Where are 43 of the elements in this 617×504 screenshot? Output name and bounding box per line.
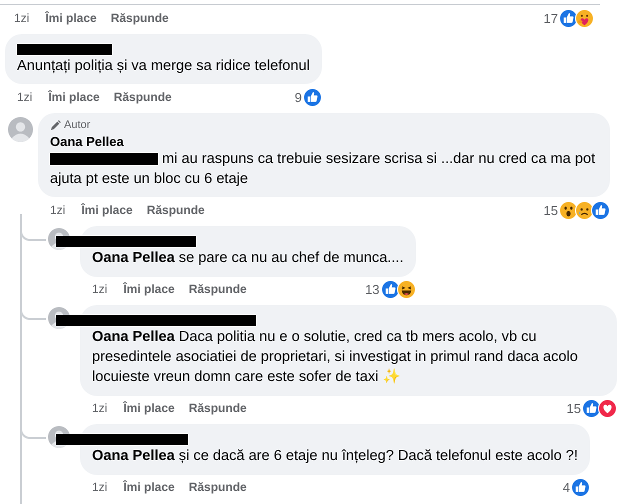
reaction-count[interactable]: 4 xyxy=(562,480,570,494)
comment-time[interactable]: 1zi xyxy=(14,11,30,25)
like-reaction-icon xyxy=(380,280,400,298)
like-link[interactable]: Îmi place xyxy=(48,90,100,104)
comment-text: Anunțați poliția și va merge sa ridice telefonul xyxy=(17,57,310,76)
like-link[interactable]: Îmi place xyxy=(45,11,97,25)
reaction-count[interactable]: 15 xyxy=(544,202,558,218)
reply-link[interactable]: Răspunde xyxy=(188,480,247,494)
reply-link[interactable]: Răspunde xyxy=(114,90,172,104)
comment-time[interactable]: 1zi xyxy=(50,203,66,217)
sad-reaction-icon xyxy=(575,200,594,220)
heart-reaction-icon xyxy=(598,398,617,418)
comment-time[interactable]: 1zi xyxy=(92,480,108,494)
comment-time[interactable]: 1zi xyxy=(17,90,32,104)
reaction-count[interactable]: 9 xyxy=(294,90,302,104)
hug-reaction-icon xyxy=(575,8,594,28)
like-link[interactable]: Îmi place xyxy=(123,401,175,415)
comment-time[interactable]: 1zi xyxy=(92,282,108,296)
like-link[interactable]: Îmi place xyxy=(81,203,133,217)
like-reaction-icon xyxy=(582,398,601,418)
reply-link[interactable]: Răspunde xyxy=(188,282,247,296)
reaction-count[interactable]: 15 xyxy=(566,400,581,416)
reply-link[interactable]: Răspunde xyxy=(188,401,247,415)
reply-link[interactable]: Răspunde xyxy=(110,11,169,25)
reaction-count[interactable]: 17 xyxy=(544,10,558,26)
comment-text: Oana Pellea se pare ca nu au chef de munca.... xyxy=(92,249,404,268)
like-reaction-icon xyxy=(302,88,322,106)
comment-text: Oana Pellea Daca politia nu e o solutie, cred ca tb mers acolo, vb cu presedintele asociatiei de proprietari, si investigat in primul rand daca acolo locuieste vreun domn care este sofer de taxi ✨ xyxy=(92,328,579,387)
comment-time[interactable]: 1zi xyxy=(92,401,108,415)
like-reaction-icon xyxy=(570,478,590,496)
comment-text: Oana Pellea și ce dacă are 6 etaje nu înțeleg? Dacă telefonul este acolo ?! xyxy=(92,447,578,466)
reply-link[interactable]: Răspunde xyxy=(146,203,205,217)
surprised-reaction-icon xyxy=(559,200,578,220)
pencil-icon xyxy=(50,120,61,130)
like-reaction-icon xyxy=(559,8,578,28)
like-link[interactable]: Îmi place xyxy=(123,282,175,296)
reaction-count[interactable]: 13 xyxy=(365,282,380,296)
laughing-reaction-icon xyxy=(396,280,416,298)
comment-text: mi au raspuns ca trebuie sesizare scrisa si ...dar nu cred ca ma pot ajuta pt este un bloc cu 6 etaje xyxy=(50,150,596,189)
author-label: Autor xyxy=(64,119,90,131)
like-link[interactable]: Îmi place xyxy=(123,480,175,494)
like-reaction-icon xyxy=(591,200,610,220)
author-name[interactable]: Oana Pellea xyxy=(50,134,598,149)
